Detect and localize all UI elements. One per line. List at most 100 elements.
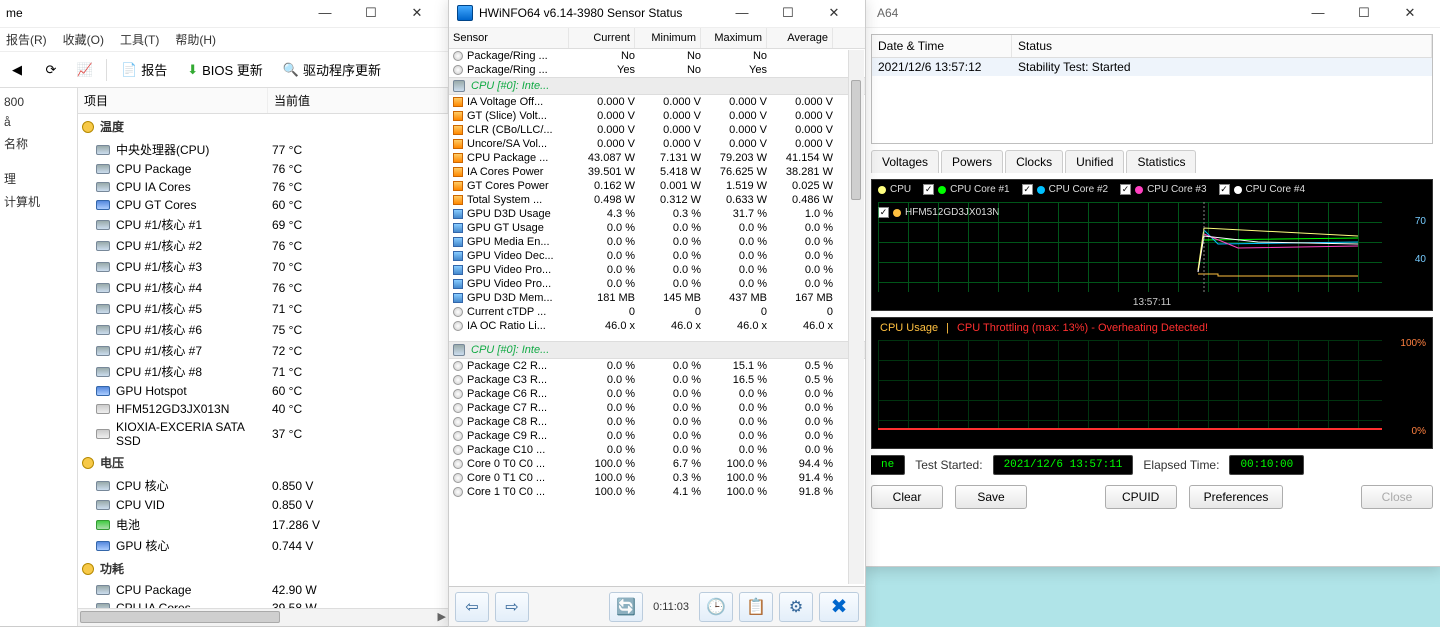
sensor-row[interactable]: CPU VID0.850 V bbox=[78, 496, 448, 514]
col-minimum[interactable]: Minimum bbox=[635, 28, 701, 48]
close-x-button[interactable]: ✖ bbox=[819, 592, 859, 622]
stability-titlebar[interactable]: A64 — ☐ ✕ bbox=[863, 0, 1440, 28]
hwinfo-titlebar[interactable]: HWiNFO64 v6.14-3980 Sensor Status — ☐ ✕ bbox=[449, 0, 865, 28]
checkbox[interactable]: ✓ bbox=[1120, 184, 1131, 195]
sensor-row[interactable]: GPU Hotspot60 °C bbox=[78, 382, 448, 400]
save-button[interactable]: Save bbox=[955, 485, 1027, 509]
sensor-row[interactable]: Core 1 T0 C0 ...100.0 %4.1 %100.0 %91.8 … bbox=[449, 485, 865, 499]
tab-clocks[interactable]: Clocks bbox=[1005, 150, 1063, 173]
sensor-row[interactable]: CPU #1/核心 #571 °C bbox=[78, 298, 448, 319]
sensor-row[interactable]: Package/Ring ...NoNoNo bbox=[449, 49, 865, 63]
legend-item[interactable]: ✓CPU Core #4 bbox=[1219, 184, 1305, 195]
scrollbar-thumb[interactable] bbox=[80, 611, 280, 623]
col-maximum[interactable]: Maximum bbox=[701, 28, 767, 48]
sensor-row[interactable]: Package C3 R...0.0 %0.0 %16.5 %0.5 % bbox=[449, 373, 865, 387]
sensor-row[interactable]: Package C6 R...0.0 %0.0 %0.0 %0.0 % bbox=[449, 387, 865, 401]
cpuid-button[interactable]: CPUID bbox=[1105, 485, 1177, 509]
driver-update-button[interactable]: 🔍驱动程序更新 bbox=[277, 56, 387, 83]
sensor-row[interactable]: GT (Slice) Volt...0.000 V0.000 V0.000 V0… bbox=[449, 109, 865, 123]
sidebar-fragment[interactable]: 计算机 bbox=[2, 190, 73, 213]
aida-sidebar[interactable]: 800å名称理计算机 bbox=[0, 88, 78, 626]
log-row[interactable]: 2021/12/6 13:57:12Stability Test: Starte… bbox=[872, 58, 1432, 76]
sensor-row[interactable]: Package C9 R...0.0 %0.0 %0.0 %0.0 % bbox=[449, 429, 865, 443]
section-header[interactable]: 功耗 bbox=[78, 556, 448, 581]
checkbox[interactable]: ✓ bbox=[1219, 184, 1230, 195]
nav-back-button[interactable]: ◀ bbox=[4, 57, 30, 83]
sensor-row[interactable]: GPU GT Usage0.0 %0.0 %0.0 %0.0 % bbox=[449, 221, 865, 235]
v-scrollbar[interactable] bbox=[848, 50, 864, 584]
sensor-row[interactable]: CPU #1/核心 #675 °C bbox=[78, 319, 448, 340]
sensor-row[interactable]: Core 0 T1 C0 ...100.0 %0.3 %100.0 %91.4 … bbox=[449, 471, 865, 485]
sensor-row[interactable]: CPU #1/核心 #476 °C bbox=[78, 277, 448, 298]
sensor-row[interactable]: Current cTDP ...0000 bbox=[449, 305, 865, 319]
sensor-row[interactable]: Total System ...0.498 W0.312 W0.633 W0.4… bbox=[449, 193, 865, 207]
log-col-status[interactable]: Status bbox=[1012, 35, 1432, 57]
hwinfo-list[interactable]: Package/Ring ...NoNoNoPackage/Ring ...Ye… bbox=[449, 49, 865, 586]
sensor-row[interactable]: IA Voltage Off...0.000 V0.000 V0.000 V0.… bbox=[449, 95, 865, 109]
sensor-row[interactable]: CPU #1/核心 #169 °C bbox=[78, 214, 448, 235]
sensor-row[interactable]: 中央处理器(CPU)77 °C bbox=[78, 139, 448, 160]
sensor-row[interactable]: GPU Video Pro...0.0 %0.0 %0.0 %0.0 % bbox=[449, 277, 865, 291]
sensor-group[interactable]: CPU [#0]: Inte... bbox=[449, 341, 865, 359]
h-scrollbar[interactable]: ▶ bbox=[78, 608, 448, 626]
legend-item[interactable]: CPU bbox=[878, 184, 911, 195]
sensor-row[interactable]: Package C7 R...0.0 %0.0 %0.0 %0.0 % bbox=[449, 401, 865, 415]
close-button[interactable]: ✕ bbox=[1387, 0, 1433, 28]
hwinfo-column-header[interactable]: Sensor Current Minimum Maximum Average bbox=[449, 28, 865, 49]
sensor-row[interactable]: CPU IA Cores76 °C bbox=[78, 178, 448, 196]
sensor-row[interactable]: CPU 核心0.850 V bbox=[78, 475, 448, 496]
sensor-row[interactable]: GPU Video Dec...0.0 %0.0 %0.0 %0.0 % bbox=[449, 249, 865, 263]
sensor-row[interactable]: CPU IA Cores39.58 W bbox=[78, 599, 448, 608]
refresh-button[interactable]: ⟳ bbox=[38, 57, 64, 83]
sensor-row[interactable]: CPU Package76 °C bbox=[78, 160, 448, 178]
sidebar-fragment[interactable]: 800 bbox=[2, 92, 73, 112]
section-header[interactable]: 温度 bbox=[78, 114, 448, 139]
sensor-row[interactable]: Package C10 ...0.0 %0.0 %0.0 %0.0 % bbox=[449, 443, 865, 457]
aida-titlebar[interactable]: me — ☐ ✕ bbox=[0, 0, 448, 28]
sensor-row[interactable]: CPU #1/核心 #276 °C bbox=[78, 235, 448, 256]
sensor-row[interactable]: GT Cores Power0.162 W0.001 W1.519 W0.025… bbox=[449, 179, 865, 193]
sensor-row[interactable]: GPU Media En...0.0 %0.0 %0.0 %0.0 % bbox=[449, 235, 865, 249]
log-col-datetime[interactable]: Date & Time bbox=[872, 35, 1012, 57]
tab-unified[interactable]: Unified bbox=[1065, 150, 1124, 173]
sensor-row[interactable]: HFM512GD3JX013N40 °C bbox=[78, 400, 448, 418]
sensor-row[interactable]: Package/Ring ...YesNoYes bbox=[449, 63, 865, 77]
scroll-right-icon[interactable]: ▶ bbox=[438, 610, 446, 623]
menu-item[interactable]: 收藏(O) bbox=[63, 31, 104, 48]
prev-button[interactable]: ⇦ bbox=[455, 592, 489, 622]
sidebar-fragment[interactable]: 理 bbox=[2, 167, 73, 190]
sensor-row[interactable]: GPU Video Pro...0.0 %0.0 %0.0 %0.0 % bbox=[449, 263, 865, 277]
sensor-row[interactable]: GPU D3D Mem...181 MB145 MB437 MB167 MB bbox=[449, 291, 865, 305]
settings-button[interactable]: ⚙ bbox=[779, 592, 813, 622]
preferences-button[interactable]: Preferences bbox=[1189, 485, 1284, 509]
close-button[interactable]: ✕ bbox=[811, 0, 857, 28]
sensor-row[interactable]: CPU Package42.90 W bbox=[78, 581, 448, 599]
clock-icon[interactable]: 🕒 bbox=[699, 592, 733, 622]
sensor-row[interactable]: Package C8 R...0.0 %0.0 %0.0 %0.0 % bbox=[449, 415, 865, 429]
clear-button[interactable]: Clear bbox=[871, 485, 943, 509]
legend-item[interactable]: ✓CPU Core #1 bbox=[923, 184, 1009, 195]
scrollbar-thumb[interactable] bbox=[851, 80, 861, 200]
chart-button[interactable]: 📈 bbox=[72, 57, 98, 83]
stability-log[interactable]: Date & Time Status 2021/12/6 13:57:12Sta… bbox=[871, 34, 1433, 144]
sensor-row[interactable]: IA Cores Power39.501 W5.418 W76.625 W38.… bbox=[449, 165, 865, 179]
col-average[interactable]: Average bbox=[767, 28, 833, 48]
sensor-row[interactable]: CPU #1/核心 #871 °C bbox=[78, 361, 448, 382]
sidebar-fragment[interactable]: å bbox=[2, 112, 73, 132]
sensor-row[interactable]: IA OC Ratio Li...46.0 x46.0 x46.0 x46.0 … bbox=[449, 319, 865, 333]
sensor-row[interactable]: GPU D3D Usage4.3 %0.3 %31.7 %1.0 % bbox=[449, 207, 865, 221]
sensor-row[interactable]: CPU #1/核心 #772 °C bbox=[78, 340, 448, 361]
maximize-button[interactable]: ☐ bbox=[765, 0, 811, 28]
checkbox[interactable]: ✓ bbox=[923, 184, 934, 195]
sensor-row[interactable]: CLR (CBo/LLC/...0.000 V0.000 V0.000 V0.0… bbox=[449, 123, 865, 137]
col-value[interactable]: 当前值 bbox=[268, 88, 448, 113]
menu-item[interactable]: 工具(T) bbox=[120, 31, 159, 48]
legend-item[interactable]: ✓CPU Core #2 bbox=[1022, 184, 1108, 195]
tab-voltages[interactable]: Voltages bbox=[871, 150, 939, 173]
col-sensor[interactable]: Sensor bbox=[449, 28, 569, 48]
sensor-group[interactable]: CPU [#0]: Inte... bbox=[449, 77, 865, 95]
log-button[interactable]: 📋 bbox=[739, 592, 773, 622]
minimize-button[interactable]: — bbox=[302, 0, 348, 28]
sensor-row[interactable]: GPU 核心0.744 V bbox=[78, 535, 448, 556]
sensor-row[interactable]: 电池17.286 V bbox=[78, 514, 448, 535]
